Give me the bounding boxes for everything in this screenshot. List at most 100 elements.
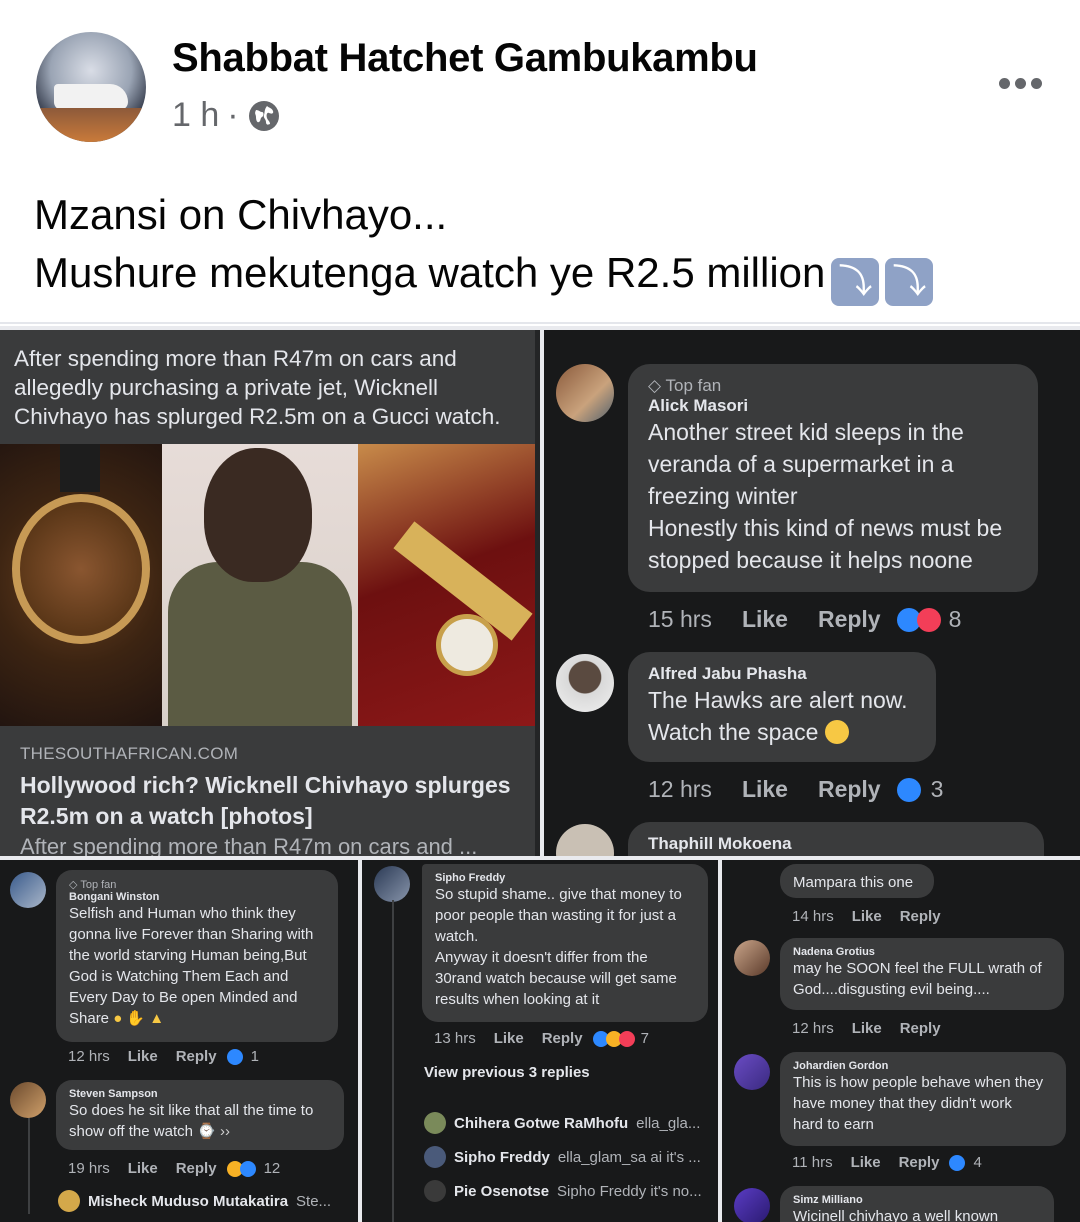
commenter-name[interactable]: Nadena Grotius (793, 946, 1051, 958)
reply-button[interactable]: Reply (900, 1020, 941, 1037)
comment-time[interactable]: 15 hrs (648, 606, 712, 633)
top-fan-icon: ◇ (648, 376, 666, 395)
view-previous-replies-link[interactable]: View previous 3 replies (424, 1064, 590, 1081)
arrow-down-emoji-icon: ⤵ (885, 258, 934, 306)
comments-screenshot-2: ◇ Top fan Bongani Winston Selfish and Hu… (0, 860, 358, 1222)
avatar[interactable] (556, 364, 614, 422)
like-button[interactable]: Like (851, 1154, 881, 1171)
avatar[interactable] (556, 654, 614, 712)
comment-bubble: ◇ Top fan Bongani Winston Selfish and Hu… (56, 870, 338, 1042)
comment-text: Selfish and Human who think they gonna li… (69, 905, 314, 1027)
person-photo (162, 444, 358, 726)
top-fan-badge: ◇ Top fan (648, 376, 722, 395)
reaction-count[interactable]: 8 (896, 606, 961, 633)
article-title[interactable]: Hollywood rich? Wicknell Chivhayo splurg… (20, 770, 515, 832)
thread-line (392, 900, 394, 1222)
comment-text: Wicinell chivhayo a well known (793, 1208, 999, 1222)
post-time[interactable]: 1 h (172, 96, 219, 135)
reply-item[interactable]: Pie Osenotse Sipho Freddy it's no... (424, 1180, 712, 1202)
commenter-name[interactable]: Alick Masori (648, 396, 1018, 416)
like-button[interactable]: Like (128, 1160, 158, 1177)
avatar[interactable] (374, 866, 410, 902)
post-header: Shabbat Hatchet Gambukambu 1 h · (0, 0, 1080, 160)
reaction-count[interactable]: 12 (226, 1160, 280, 1177)
comments-screenshot-4: Mampara this one 14 hrs Like Reply Naden… (722, 860, 1080, 1222)
article-domain: THESOUTHAFRICAN.COM (20, 744, 239, 763)
reply-item[interactable]: Sipho Freddy ella_glam_sa ai it's ... (424, 1146, 712, 1168)
reply-button[interactable]: Reply (899, 1154, 940, 1171)
reply-button[interactable]: Reply (818, 606, 881, 633)
comment-time[interactable]: 14 hrs (792, 908, 834, 925)
more-icon[interactable] (999, 78, 1042, 89)
watch-photo (0, 444, 162, 726)
commenter-name[interactable]: Simz Milliano (793, 1194, 1041, 1206)
reply-button[interactable]: Reply (542, 1030, 583, 1047)
comment-bubble: Mampara this one (780, 864, 934, 898)
comment-text: Mampara this one (793, 874, 914, 891)
ship-image (54, 84, 128, 110)
comment-text: may he SOON feel the FULL wrath of God...… (793, 960, 1042, 998)
sea-image (36, 108, 146, 142)
reply-button[interactable]: Reply (818, 776, 881, 803)
comment-text: This is how people behave when they have … (793, 1074, 1044, 1133)
reply-button[interactable]: Reply (176, 1160, 217, 1177)
author-name[interactable]: Shabbat Hatchet Gambukambu (172, 36, 758, 81)
comment-actions: 12 hrs Like Reply 3 (648, 776, 943, 803)
comment-time[interactable]: 19 hrs (68, 1160, 110, 1177)
comment-time[interactable]: 13 hrs (434, 1030, 476, 1047)
comment-actions: 19 hrs Like Reply 12 (68, 1160, 280, 1177)
reaction-count[interactable]: 7 (592, 1030, 649, 1047)
commenter-name[interactable]: Alfred Jabu Phasha (648, 664, 916, 684)
like-reaction-icon (239, 1160, 256, 1177)
reaction-count[interactable]: 4 (949, 1154, 982, 1171)
avatar (424, 1180, 446, 1202)
comment-bubble: Sipho Freddy So stupid shame.. give that… (422, 864, 708, 1022)
like-button[interactable]: Like (852, 1020, 882, 1037)
photo-collage[interactable]: After spending more than R47m on cars an… (0, 326, 1080, 1222)
avatar[interactable] (734, 1188, 770, 1222)
avatar[interactable] (10, 872, 46, 908)
reply-button[interactable]: Reply (900, 908, 941, 925)
avatar[interactable] (10, 1082, 46, 1118)
reply-button[interactable]: Reply (176, 1048, 217, 1065)
commenter-name[interactable]: Sipho Freddy (435, 872, 695, 884)
reply-item[interactable]: Misheck Muduso Mutakatira Ste... (58, 1190, 348, 1212)
commenter-name[interactable]: Thaphill Mokoena (648, 834, 1024, 854)
love-reaction-icon (916, 607, 941, 632)
like-button[interactable]: Like (742, 776, 788, 803)
comments-screenshot-3: Sipho Freddy So stupid shame.. give that… (362, 860, 718, 1222)
article-link-preview[interactable]: THESOUTHAFRICAN.COM Hollywood rich? Wick… (0, 726, 535, 856)
post-text-line2-text: Mushure mekutenga watch ye R2.5 million (34, 249, 826, 296)
comment-time[interactable]: 12 hrs (792, 1020, 834, 1037)
comment-time[interactable]: 12 hrs (68, 1048, 110, 1065)
avatar[interactable] (556, 824, 614, 856)
emoji-icons: ● ✋ ▲ (113, 1010, 165, 1027)
comment-time[interactable]: 11 hrs (792, 1154, 833, 1171)
arrow-down-emoji-icon: ⤵ (831, 258, 880, 306)
gold-watch-photo (358, 444, 535, 726)
like-button[interactable]: Like (852, 908, 882, 925)
like-button[interactable]: Like (742, 606, 788, 633)
reaction-count[interactable]: 1 (226, 1048, 259, 1065)
post-text-line2: Mushure mekutenga watch ye R2.5 million ⤵… (34, 244, 934, 306)
like-button[interactable]: Like (494, 1030, 524, 1047)
avatar (58, 1190, 80, 1212)
comment-time[interactable]: 12 hrs (648, 776, 712, 803)
avatar[interactable] (734, 1054, 770, 1090)
like-reaction-icon (226, 1048, 243, 1065)
avatar (424, 1146, 446, 1168)
like-button[interactable]: Like (128, 1048, 158, 1065)
avatar[interactable] (734, 940, 770, 976)
thinking-emoji-icon (824, 720, 849, 744)
reaction-count[interactable]: 3 (896, 776, 943, 803)
article-screenshot[interactable]: After spending more than R47m on cars an… (0, 330, 540, 856)
commenter-name[interactable]: Steven Sampson (69, 1088, 331, 1100)
reply-item[interactable]: Chihera Gotwe RaMhofu ella_gla... (424, 1112, 712, 1134)
comment-bubble: ◇ Top fan Alick Masori Another street ki… (628, 364, 1038, 592)
post-text-line1: Mzansi on Chivhayo... (34, 191, 448, 238)
article-caption: After spending more than R47m on cars an… (0, 330, 535, 444)
commenter-name[interactable]: Johardien Gordon (793, 1060, 1053, 1072)
commenter-name[interactable]: Bongani Winston (69, 891, 325, 903)
comment-actions: 14 hrs Like Reply (792, 908, 941, 925)
author-avatar[interactable] (36, 32, 146, 142)
